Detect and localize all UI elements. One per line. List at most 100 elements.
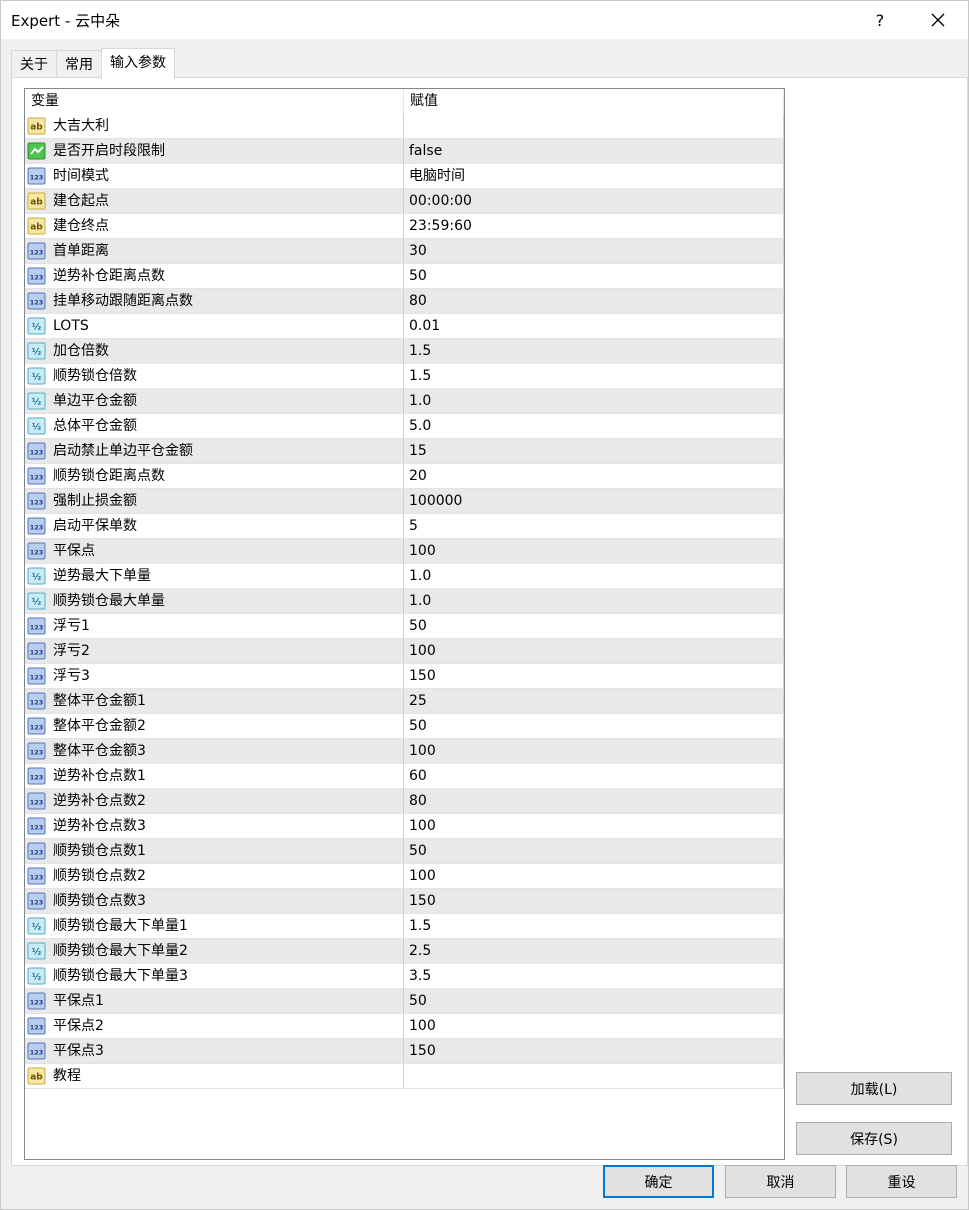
table-row[interactable]: 123 逆势补仓点数1 60 (25, 764, 784, 789)
table-row[interactable]: ab 建仓终点 23:59:60 (25, 214, 784, 239)
value-cell[interactable]: 5 (404, 514, 784, 538)
load-button[interactable]: 加载(L) (796, 1072, 952, 1105)
table-row[interactable]: 123 首单距离 30 (25, 239, 784, 264)
table-row[interactable]: 123 平保点2 100 (25, 1014, 784, 1039)
value-cell[interactable]: 0.01 (404, 314, 784, 338)
table-row[interactable]: ½ 逆势最大下单量 1.0 (25, 564, 784, 589)
value-cell[interactable]: 100 (404, 1014, 784, 1038)
value-cell[interactable]: 30 (404, 239, 784, 263)
table-row[interactable]: 123 浮亏2 100 (25, 639, 784, 664)
table-row[interactable]: 123 平保点3 150 (25, 1039, 784, 1064)
value-cell[interactable]: 25 (404, 689, 784, 713)
value-cell[interactable]: 1.0 (404, 389, 784, 413)
value-cell[interactable]: 50 (404, 614, 784, 638)
value-cell[interactable]: 100 (404, 539, 784, 563)
table-row[interactable]: 123 平保点1 50 (25, 989, 784, 1014)
close-button[interactable] (915, 1, 961, 39)
table-row[interactable]: 123 顺势锁仓点数1 50 (25, 839, 784, 864)
value-cell[interactable]: 100 (404, 814, 784, 838)
value-cell[interactable]: 50 (404, 989, 784, 1013)
svg-text:123: 123 (30, 1024, 44, 1032)
table-row[interactable]: 123 整体平仓金额3 100 (25, 739, 784, 764)
value-cell[interactable]: 80 (404, 789, 784, 813)
value-cell[interactable]: 5.0 (404, 414, 784, 438)
ok-button[interactable]: 确定 (603, 1165, 714, 1198)
value-cell[interactable]: 150 (404, 664, 784, 688)
table-row[interactable]: ½ 顺势锁仓最大单量 1.0 (25, 589, 784, 614)
value-cell[interactable]: 00:00:00 (404, 189, 784, 213)
value-cell[interactable]: 2.5 (404, 939, 784, 963)
table-row[interactable]: 123 逆势补仓点数2 80 (25, 789, 784, 814)
table-row[interactable]: 123 顺势锁仓距离点数 20 (25, 464, 784, 489)
save-button[interactable]: 保存(S) (796, 1122, 952, 1155)
table-row[interactable]: ½ 顺势锁仓最大下单量1 1.5 (25, 914, 784, 939)
reset-button[interactable]: 重设 (846, 1165, 957, 1198)
value-cell[interactable] (404, 1064, 784, 1088)
variable-name: 平保点 (53, 543, 95, 559)
table-row[interactable]: 123 逆势补仓距离点数 50 (25, 264, 784, 289)
variable-cell: ½ 顺势锁仓最大下单量3 (25, 964, 404, 988)
table-row[interactable]: ½ 加仓倍数 1.5 (25, 339, 784, 364)
table-row[interactable]: 123 顺势锁仓点数3 150 (25, 889, 784, 914)
table-row[interactable]: 123 顺势锁仓点数2 100 (25, 864, 784, 889)
table-row[interactable]: ½ 单边平仓金额 1.0 (25, 389, 784, 414)
variable-name: 时间模式 (53, 168, 109, 184)
table-row[interactable]: 123 浮亏1 50 (25, 614, 784, 639)
value-cell[interactable]: 80 (404, 289, 784, 313)
value-cell[interactable] (404, 114, 784, 138)
variable-cell: 123 平保点 (25, 539, 404, 563)
table-row[interactable]: 123 平保点 100 (25, 539, 784, 564)
table-row[interactable]: 123 逆势补仓点数3 100 (25, 814, 784, 839)
table-row[interactable]: ½ 顺势锁仓最大下单量3 3.5 (25, 964, 784, 989)
table-row[interactable]: 123 挂单移动跟随距离点数 80 (25, 289, 784, 314)
table-row[interactable]: 123 整体平仓金额2 50 (25, 714, 784, 739)
table-row[interactable]: ab 建仓起点 00:00:00 (25, 189, 784, 214)
table-row[interactable]: 123 整体平仓金额1 25 (25, 689, 784, 714)
value-cell[interactable]: 50 (404, 714, 784, 738)
value-cell[interactable]: 50 (404, 264, 784, 288)
value-cell[interactable]: 100 (404, 739, 784, 763)
value-cell[interactable]: 电脑时间 (404, 164, 784, 188)
table-row[interactable]: ½ LOTS 0.01 (25, 314, 784, 339)
tab-about[interactable]: 关于 (11, 50, 57, 78)
table-row[interactable]: 123 启动平保单数 5 (25, 514, 784, 539)
column-header-variable[interactable]: 变量 (25, 89, 404, 114)
value-cell[interactable]: 15 (404, 439, 784, 463)
table-row[interactable]: 123 启动禁止单边平仓金额 15 (25, 439, 784, 464)
table-row[interactable]: 是否开启时段限制 false (25, 139, 784, 164)
value-cell[interactable]: 100 (404, 864, 784, 888)
table-row[interactable]: ½ 总体平仓金额 5.0 (25, 414, 784, 439)
value-cell[interactable]: 1.0 (404, 589, 784, 613)
value-cell[interactable]: 60 (404, 764, 784, 788)
integer-type-icon: 123 (27, 817, 46, 835)
variable-cell: ½ 逆势最大下单量 (25, 564, 404, 588)
variable-cell: 123 平保点2 (25, 1014, 404, 1038)
variable-cell: ½ 顺势锁仓最大单量 (25, 589, 404, 613)
svg-text:½: ½ (32, 922, 41, 933)
value-cell[interactable]: 100000 (404, 489, 784, 513)
value-cell[interactable]: 1.0 (404, 564, 784, 588)
table-row[interactable]: ab 教程 (25, 1064, 784, 1089)
value-cell[interactable]: 1.5 (404, 364, 784, 388)
table-row[interactable]: ab 大吉大利 (25, 114, 784, 139)
value-cell[interactable]: 20 (404, 464, 784, 488)
table-row[interactable]: ½ 顺势锁仓最大下单量2 2.5 (25, 939, 784, 964)
table-row[interactable]: ½ 顺势锁仓倍数 1.5 (25, 364, 784, 389)
table-row[interactable]: 123 浮亏3 150 (25, 664, 784, 689)
value-cell[interactable]: 23:59:60 (404, 214, 784, 238)
value-cell[interactable]: 50 (404, 839, 784, 863)
table-row[interactable]: 123 时间模式 电脑时间 (25, 164, 784, 189)
tab-common[interactable]: 常用 (56, 50, 102, 78)
value-cell[interactable]: 3.5 (404, 964, 784, 988)
value-cell[interactable]: 1.5 (404, 914, 784, 938)
tab-inputs[interactable]: 输入参数 (101, 48, 175, 79)
cancel-button[interactable]: 取消 (725, 1165, 836, 1198)
column-header-value[interactable]: 赋值 (404, 89, 784, 114)
value-cell[interactable]: 100 (404, 639, 784, 663)
value-cell[interactable]: 150 (404, 889, 784, 913)
help-button[interactable]: ? (857, 1, 903, 39)
value-cell[interactable]: 150 (404, 1039, 784, 1063)
value-cell[interactable]: false (404, 139, 784, 163)
table-row[interactable]: 123 强制止损金额 100000 (25, 489, 784, 514)
value-cell[interactable]: 1.5 (404, 339, 784, 363)
